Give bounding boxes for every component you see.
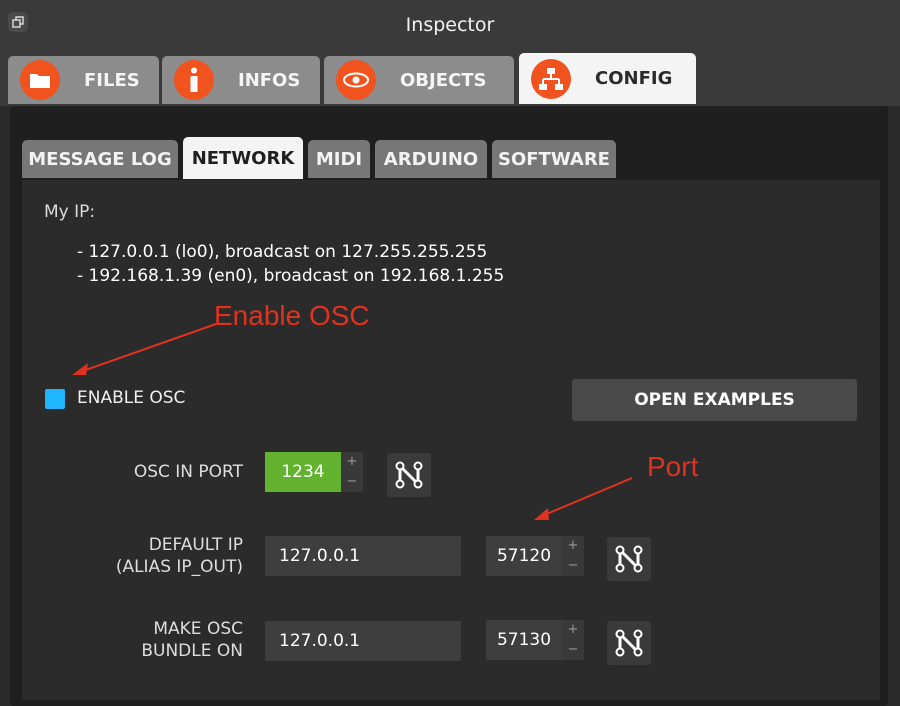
node-network-icon [615,545,643,573]
annotation-port-arrow-icon [534,477,633,520]
stepper-plus-icon[interactable]: + [562,536,584,556]
default-ip-port-stepper[interactable]: + − [562,536,584,576]
bundle-port-input[interactable]: 57130 [486,620,562,660]
node-network-icon [395,461,423,489]
default-ip-label-line2: (ALIAS IP_OUT) [115,557,243,577]
tab-infos[interactable]: INFOS [162,56,320,104]
subtab-network-label: NETWORK [191,147,295,169]
bundle-label-line2: BUNDLE ON [141,641,243,661]
info-icon [174,60,214,100]
tab-config-label: CONFIG [595,68,673,89]
subtab-network[interactable]: NETWORK [183,137,303,179]
bundle-label: MAKE OSC BUNDLE ON [60,618,243,662]
subtab-midi-label: MIDI [315,148,363,170]
bundle-network-button[interactable] [607,621,651,665]
ip-line-lo0: - 127.0.0.1 (lo0), broadcast on 127.255.… [77,242,488,262]
enable-osc-checkbox[interactable] [45,389,65,409]
tab-config[interactable]: CONFIG [519,53,696,104]
osc-in-port-input[interactable]: 1234 [265,452,341,492]
default-ip-input[interactable]: 127.0.0.1 [265,536,461,576]
ip-line-en0: - 192.168.1.39 (en0), broadcast on 192.1… [77,266,505,286]
annotation-enable-osc: Enable OSC [214,300,370,331]
stepper-plus-icon[interactable]: + [562,620,584,640]
open-examples-button[interactable]: OPEN EXAMPLES [572,379,857,421]
bundle-label-line1: MAKE OSC [153,619,243,639]
open-examples-label: OPEN EXAMPLES [634,390,795,410]
node-network-icon [615,629,643,657]
subtab-arduino-label: ARDUINO [383,148,479,170]
title-bar: Inspector [0,0,900,50]
annotation-port: Port [647,451,699,482]
subtab-message-log-label: MESSAGE LOG [28,148,172,170]
default-ip-label: DEFAULT IP (ALIAS IP_OUT) [60,534,243,578]
subtab-software[interactable]: SOFTWARE [492,140,616,178]
enable-osc-label: ENABLE OSC [77,388,186,408]
default-ip-label-line1: DEFAULT IP [148,535,243,555]
tab-files-label: FILES [84,69,140,91]
window-restore-icon [12,16,24,28]
bundle-port-stepper[interactable]: + − [562,620,584,660]
osc-in-port-label: OSC IN PORT [133,462,243,482]
window-title: Inspector [405,14,495,36]
network-icon [531,58,571,99]
stepper-minus-icon[interactable]: − [562,640,584,660]
annotation-arrow-icon [72,323,217,375]
subtab-message-log[interactable]: MESSAGE LOG [22,140,178,178]
stepper-minus-icon[interactable]: − [562,556,584,576]
tab-objects[interactable]: OBJECTS [324,56,514,104]
default-ip-network-button[interactable] [607,537,651,581]
my-ip-label: My IP: [44,202,96,222]
stepper-plus-icon[interactable]: + [341,452,363,472]
osc-in-network-button[interactable] [387,453,431,497]
eye-icon [336,60,376,100]
subtab-midi[interactable]: MIDI [308,140,370,178]
tab-objects-label: OBJECTS [400,69,487,91]
window-restore-button[interactable] [8,12,28,32]
osc-in-port-stepper[interactable]: + − [341,452,363,492]
stepper-minus-icon[interactable]: − [341,472,363,492]
default-ip-port-input[interactable]: 57120 [486,536,562,576]
bundle-ip-input[interactable]: 127.0.0.1 [265,621,461,661]
tab-files[interactable]: FILES [8,56,159,104]
folder-icon [20,60,60,100]
subtab-software-label: SOFTWARE [498,148,610,170]
subtab-arduino[interactable]: ARDUINO [375,140,487,178]
tab-infos-label: INFOS [238,69,301,91]
